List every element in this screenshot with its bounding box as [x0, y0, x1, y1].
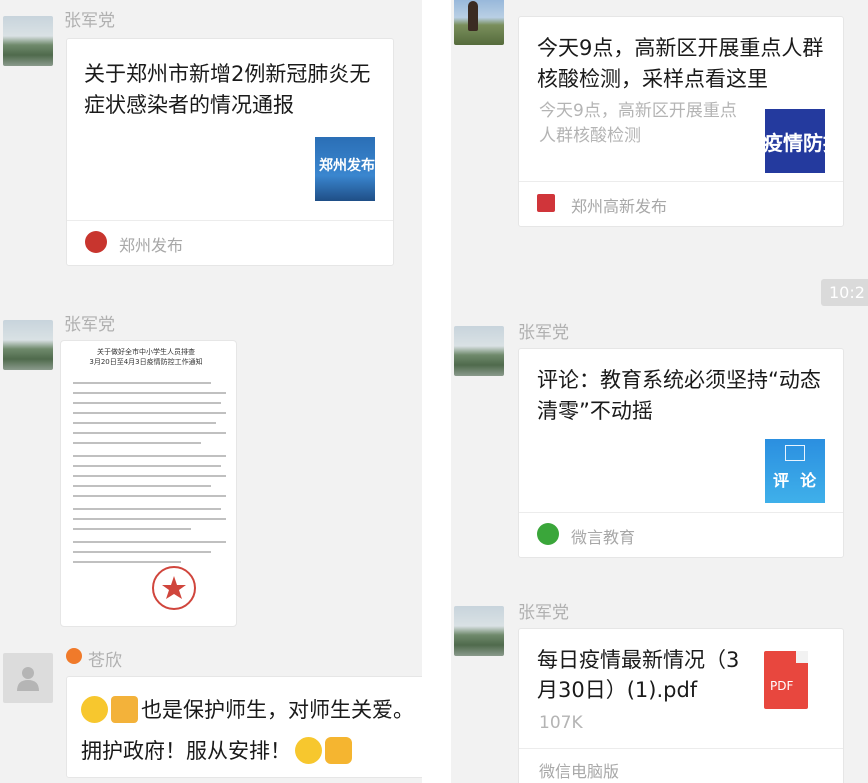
smile-emoji-icon	[81, 696, 108, 723]
sender-name: 张军党	[64, 315, 115, 335]
salute-emoji-icon	[295, 737, 322, 764]
card-footer: 郑州发布	[67, 220, 393, 265]
sender-avatar[interactable]	[454, 606, 504, 656]
sender-name: 张军党	[518, 603, 569, 623]
file-name-line2: 月30日）(1).pdf	[537, 678, 698, 702]
source-name: 郑州发布	[119, 236, 184, 255]
card-footer: 郑州高新发布	[519, 181, 843, 226]
file-name-line1: 每日疫情最新情况（3	[537, 648, 740, 672]
article-card[interactable]: 今天9点，高新区开展重点人群 核酸检测，采样点看这里 今天9点，高新区开展重点 …	[518, 16, 844, 227]
message-line1: 也是保护师生，对师生关爱。	[81, 694, 414, 724]
article-title-line1: 评论：教育系统必须坚持“动态	[537, 368, 821, 392]
message-text: 拥护政府！服从安排！	[81, 739, 291, 763]
weiyan-jiaoyu-logo-icon	[537, 523, 559, 545]
source-name: 郑州高新发布	[571, 197, 668, 216]
article-title-line1: 关于郑州市新增2例新冠肺炎无	[84, 62, 371, 86]
source-name: 微言教育	[571, 528, 636, 547]
sender-avatar[interactable]	[3, 320, 53, 370]
thumbnail-caption: 评 论	[773, 471, 817, 490]
article-card[interactable]: 关于郑州市新增2例新冠肺炎无 症状感染者的情况通报 郑州发布 郑州发布	[66, 38, 394, 266]
card-footer: 微言教育	[519, 512, 843, 557]
clap-emoji-icon	[111, 696, 138, 723]
sender-avatar[interactable]	[3, 16, 53, 66]
chat-panel-left: 张军党 关于郑州市新增2例新冠肺炎无 症状感染者的情况通报 郑州发布 郑州发布 …	[0, 0, 422, 783]
sender-name: 张军党	[64, 11, 115, 31]
pdf-corner-fold	[796, 651, 808, 663]
official-red-seal-icon	[152, 566, 196, 610]
card-footer: 微信电脑版	[519, 748, 843, 783]
zhengzhou-fabu-logo-icon	[85, 231, 107, 253]
source-name: 微信电脑版	[539, 762, 620, 781]
article-title-line2: 症状感染者的情况通报	[84, 93, 294, 117]
article-title-line2: 清零”不动摇	[537, 399, 653, 423]
article-thumbnail: 疫情防控	[765, 109, 825, 173]
sender-name: 张军党	[518, 323, 569, 343]
thumbnail-caption: 疫情防控	[765, 131, 825, 155]
article-title-line2: 核酸检测，采样点看这里	[537, 67, 768, 91]
pdf-type-label: PDF	[770, 679, 794, 693]
chat-panel-right: 今天9点，高新区开展重点人群 核酸检测，采样点看这里 今天9点，高新区开展重点 …	[451, 0, 868, 783]
document-image[interactable]: 关于做好全市中小学生人员排查 3月20日至4月3日疫情防控工作通知	[60, 340, 237, 627]
sender-avatar[interactable]	[454, 0, 504, 45]
article-thumbnail: 郑州发布	[315, 137, 375, 201]
article-desc-line1: 今天9点，高新区开展重点	[539, 101, 737, 121]
article-card[interactable]: 评论：教育系统必须坚持“动态 清零”不动摇 评 论 微言教育	[518, 348, 844, 558]
message-text: 也是保护师生，对师生关爱。	[141, 698, 414, 722]
default-avatar[interactable]	[3, 653, 53, 703]
gaoxin-fabu-logo-icon	[537, 194, 555, 212]
comment-icon	[785, 445, 805, 461]
file-size: 107K	[539, 713, 583, 733]
thumbnail-caption: 郑州发布	[319, 158, 375, 174]
file-card[interactable]: 每日疫情最新情况（3 月30日）(1).pdf 107K PDF 微信电脑版	[518, 628, 844, 783]
pdf-file-icon: PDF	[764, 651, 808, 709]
text-message-bubble[interactable]: 也是保护师生，对师生关爱。 拥护政府！服从安排！	[66, 676, 422, 778]
article-desc-line2: 人群核酸检测	[539, 126, 641, 146]
article-title-line1: 今天9点，高新区开展重点人群	[537, 36, 824, 60]
orange-fruit-icon	[66, 648, 82, 664]
article-thumbnail: 评 论	[765, 439, 825, 503]
user-silhouette-icon	[17, 667, 39, 691]
sender-name: 苍欣	[88, 651, 122, 671]
timestamp-badge: 10:2	[821, 279, 868, 306]
sender-avatar[interactable]	[454, 326, 504, 376]
message-line2: 拥护政府！服从安排！	[81, 735, 355, 765]
fist-emoji-icon	[325, 737, 352, 764]
